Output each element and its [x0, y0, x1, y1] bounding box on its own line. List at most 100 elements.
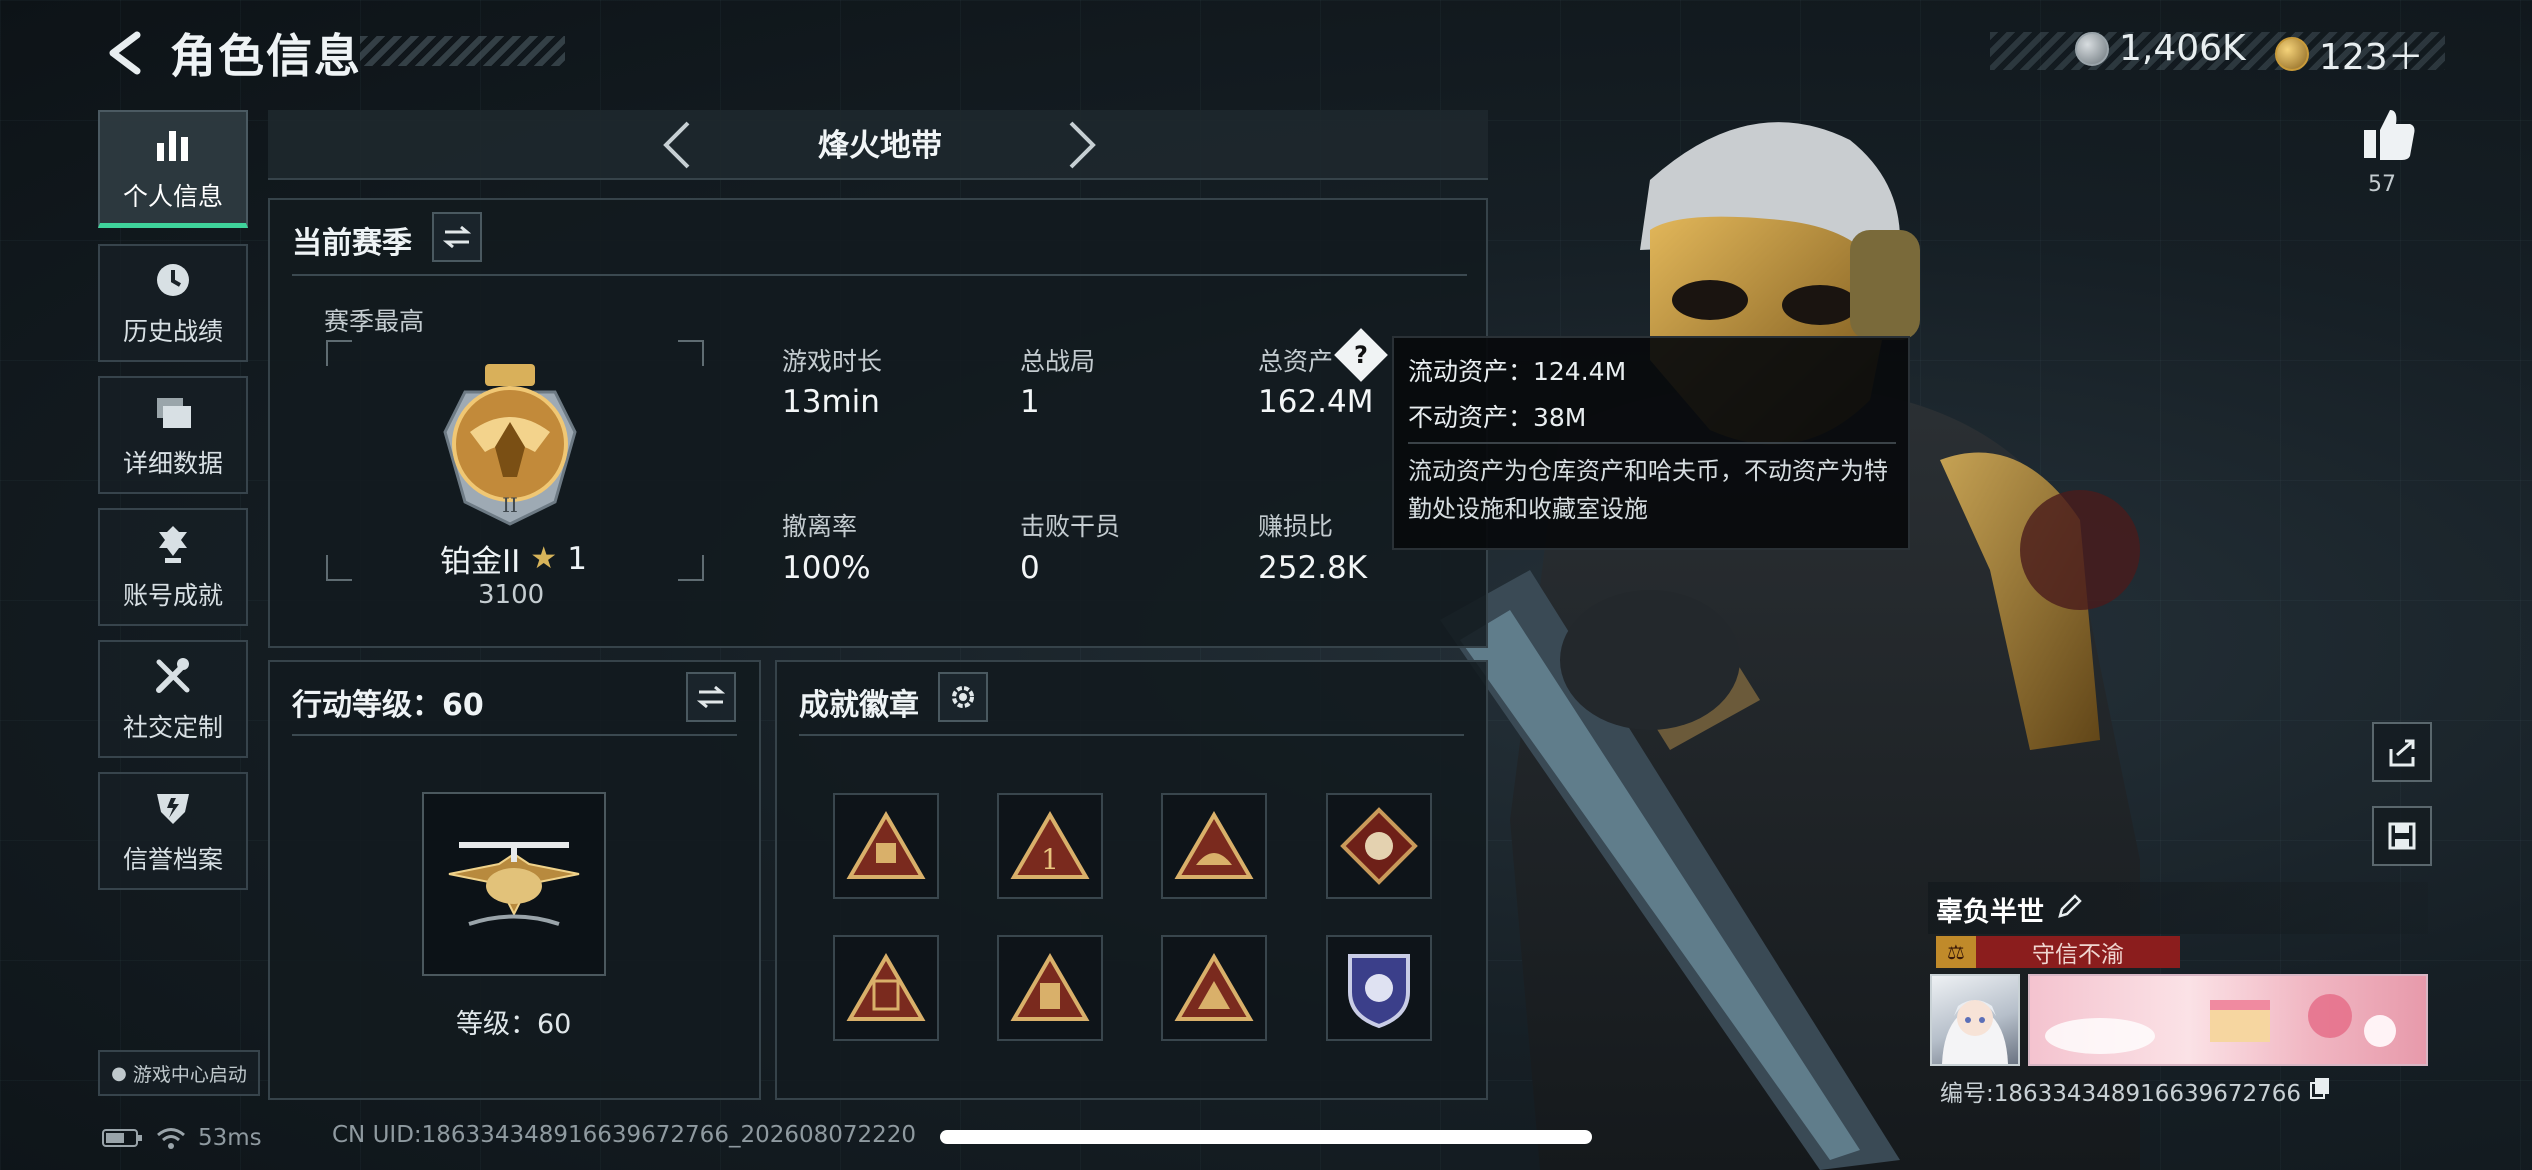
player-banner[interactable] — [2028, 974, 2428, 1066]
svg-text:1: 1 — [1041, 843, 1059, 876]
achievement-badge[interactable]: 1 — [997, 793, 1103, 899]
rank-emblem-icon: II — [443, 364, 577, 526]
player-name-row: 辜负半世 — [1936, 890, 2084, 929]
silver-coin-icon — [2075, 31, 2109, 66]
achievement-badge[interactable] — [997, 935, 1103, 1041]
achievement-badge[interactable] — [1326, 935, 1432, 1041]
season-title: 当前赛季 — [292, 226, 412, 261]
achievement-badge[interactable] — [833, 793, 939, 899]
edit-name-button[interactable] — [2056, 892, 2084, 927]
save-button[interactable] — [2372, 806, 2432, 866]
mode-title: 烽火地带 — [818, 128, 942, 164]
rank-stars: 1 — [567, 540, 587, 577]
reputation-tag-label: 守信不渝 — [2032, 942, 2124, 968]
action-level-title: 行动等级：60 — [292, 688, 484, 723]
gold-currency-value: 123＋ — [2319, 37, 2424, 78]
player-id-row: 编号:1863343489166396727​66 — [1940, 1074, 2331, 1108]
question-icon: ? — [1354, 340, 1368, 369]
frame-corner — [326, 555, 352, 581]
achievements-settings-button[interactable] — [938, 672, 988, 722]
stat-label-kills: 击败干员 — [1020, 512, 1121, 541]
uid-text: CN UID:186334348916639672766_20260807222… — [332, 1122, 917, 1148]
chevron-right-icon — [1069, 121, 1096, 169]
svg-text:II: II — [502, 493, 518, 517]
frame-corner — [678, 340, 704, 366]
stat-label-total-assets: 总资产 — [1258, 347, 1334, 376]
sidebar-item-label: 社交定制 — [122, 713, 223, 742]
tooltip-liquid-assets: 流动资产：124.4M — [1408, 357, 1627, 386]
sidebar-item-credit[interactable]: 信誉档案 — [98, 772, 248, 890]
rank-name: 铂金II — [440, 544, 521, 580]
stat-label-total-matches: 总战局 — [1020, 347, 1096, 376]
like-button[interactable] — [2358, 104, 2418, 164]
game-center-launch-button[interactable]: ● 游戏中心启动 — [98, 1050, 260, 1096]
sidebar-item-detail-data[interactable]: 详细数据 — [98, 376, 248, 494]
stat-value-total-assets: 162.4M — [1258, 384, 1374, 420]
season-divider — [292, 274, 1467, 276]
share-icon — [2389, 739, 2415, 767]
wifi-icon — [157, 1128, 185, 1149]
action-level-text: 等级：60 — [456, 1009, 572, 1040]
share-button[interactable] — [2372, 722, 2432, 782]
season-switch-button[interactable] — [432, 212, 482, 262]
triangle-badge-icon — [846, 811, 926, 879]
bell-icon: ● — [111, 1062, 127, 1084]
action-level-emblem — [422, 792, 606, 976]
pencil-icon — [2058, 894, 2082, 918]
gear-icon — [952, 686, 974, 708]
stat-value-kills: 0 — [1020, 550, 1040, 586]
action-level-switch-button[interactable] — [686, 672, 736, 722]
player-avatar[interactable] — [1930, 974, 2020, 1066]
gold-coin-icon — [2275, 37, 2309, 71]
back-button[interactable] — [100, 28, 150, 78]
stat-label-playtime: 游戏时长 — [782, 347, 883, 376]
status-bar: 53ms — [102, 1125, 262, 1151]
swap-icon — [442, 225, 472, 249]
star-icon: ★ — [530, 541, 558, 576]
stat-value-playtime: 13min — [782, 384, 880, 420]
triangle-badge-icon: 1 — [1010, 811, 1090, 879]
sidebar-item-label: 账号成就 — [122, 581, 223, 610]
achievement-badge[interactable] — [1326, 793, 1432, 899]
sidebar-item-label: 个人信息 — [122, 181, 223, 211]
action-level-divider — [292, 734, 737, 736]
achievement-badge[interactable] — [833, 935, 939, 1041]
sidebar-item-personal-info[interactable]: 个人信息 — [98, 110, 248, 228]
achievements-divider — [799, 734, 1464, 736]
reputation-tag: ⚖ 守信不渝 — [1936, 936, 2180, 968]
mode-next-button[interactable] — [1060, 118, 1104, 172]
sidebar-item-achievements[interactable]: 账号成就 — [98, 508, 248, 626]
rank-points: 3100 — [478, 580, 545, 610]
mode-prev-button[interactable] — [655, 118, 699, 172]
page-title: 角色信息 — [170, 29, 362, 83]
clock-icon — [157, 264, 189, 296]
stat-value-profit-ratio: 252.8K — [1258, 550, 1368, 586]
achievement-badge[interactable] — [1161, 935, 1267, 1041]
like-count: 57 — [2368, 172, 2396, 197]
home-indicator[interactable] — [940, 1130, 1592, 1144]
copy-icon — [2310, 1078, 2330, 1099]
sidebar-item-history[interactable]: 历史战绩 — [98, 244, 248, 362]
frame-corner — [678, 555, 704, 581]
stat-value-total-matches: 1 — [1020, 384, 1040, 420]
tooltip-fixed-assets: 不动资产：38M — [1408, 403, 1587, 432]
scale-icon: ⚖ — [1936, 936, 1976, 968]
copy-id-button[interactable] — [2309, 1076, 2331, 1106]
triangle-badge-icon — [1010, 953, 1090, 1021]
sidebar-item-social[interactable]: 社交定制 — [98, 640, 248, 758]
achievement-badge[interactable] — [1161, 793, 1267, 899]
dessert-banner-image — [2045, 994, 2396, 1054]
stat-value-extraction-rate: 100% — [782, 550, 871, 586]
sidebar-item-label: 信誉档案 — [122, 845, 223, 874]
triangle-badge-icon — [846, 953, 926, 1021]
silver-currency: 1,406K — [2075, 28, 2246, 69]
swap-icon — [696, 685, 726, 709]
battery-icon — [102, 1129, 142, 1147]
shield-badge-icon — [1348, 954, 1410, 1029]
ping-value: 53ms — [198, 1125, 262, 1151]
tooltip-description: 流动资产为仓库资产和哈夫币，不动资产为特勤处设施和收藏室设施 — [1408, 457, 1888, 523]
gold-currency[interactable]: 123＋ — [2275, 28, 2424, 80]
thumbs-up-icon — [2364, 110, 2415, 160]
triangle-badge-icon — [1174, 953, 1254, 1021]
helicopter-emblem-icon — [448, 842, 580, 926]
